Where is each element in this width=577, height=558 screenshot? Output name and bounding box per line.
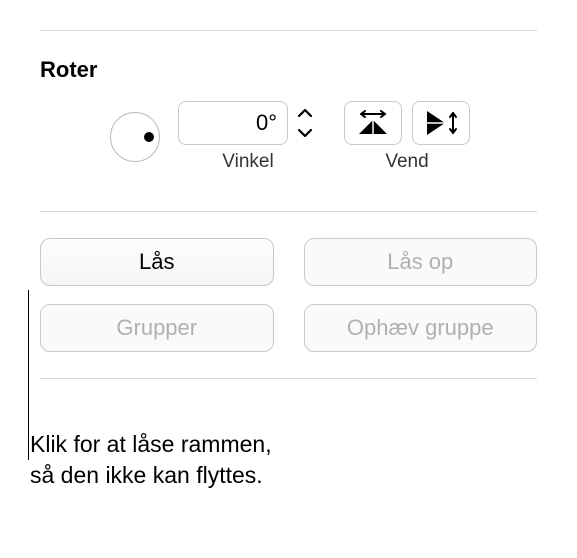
callout-text: Klik for at låse rammen, så den ikke kan… xyxy=(30,429,380,491)
divider-mid xyxy=(40,211,537,212)
callout-line2: så den ikke kan flyttes. xyxy=(30,462,263,488)
angle-group: Vinkel xyxy=(178,101,318,173)
rotate-section-title: Roter xyxy=(40,57,537,83)
stepper-up[interactable] xyxy=(294,104,316,122)
lock-button[interactable]: Lås xyxy=(40,238,274,286)
ungroup-button[interactable]: Ophæv gruppe xyxy=(304,304,538,352)
unlock-button[interactable]: Lås op xyxy=(304,238,538,286)
angle-label: Vinkel xyxy=(222,151,273,173)
lock-group-buttons: Lås Lås op Grupper Ophæv gruppe xyxy=(40,238,537,352)
chevron-down-icon xyxy=(297,128,313,138)
stepper-down[interactable] xyxy=(294,124,316,142)
divider-top xyxy=(40,30,537,31)
angle-stepper xyxy=(294,101,318,145)
flip-vertical-button[interactable] xyxy=(412,101,470,145)
angle-input[interactable] xyxy=(178,101,288,145)
flip-group: Vend xyxy=(344,101,470,173)
rotate-dial[interactable] xyxy=(110,112,160,162)
rotate-controls: Vinkel xyxy=(40,101,537,173)
arrange-panel: Roter Vinkel xyxy=(0,0,577,491)
group-button[interactable]: Grupper xyxy=(40,304,274,352)
flip-horizontal-button[interactable] xyxy=(344,101,402,145)
flip-buttons xyxy=(344,101,470,145)
divider-bottom xyxy=(40,378,537,379)
flip-label: Vend xyxy=(385,151,428,173)
chevron-up-icon xyxy=(297,108,313,118)
flip-vertical-icon xyxy=(423,108,459,138)
callout-leader-line xyxy=(28,290,29,460)
callout-line1: Klik for at låse rammen, xyxy=(30,431,272,457)
flip-horizontal-icon xyxy=(355,110,391,136)
angle-input-wrap xyxy=(178,101,318,145)
